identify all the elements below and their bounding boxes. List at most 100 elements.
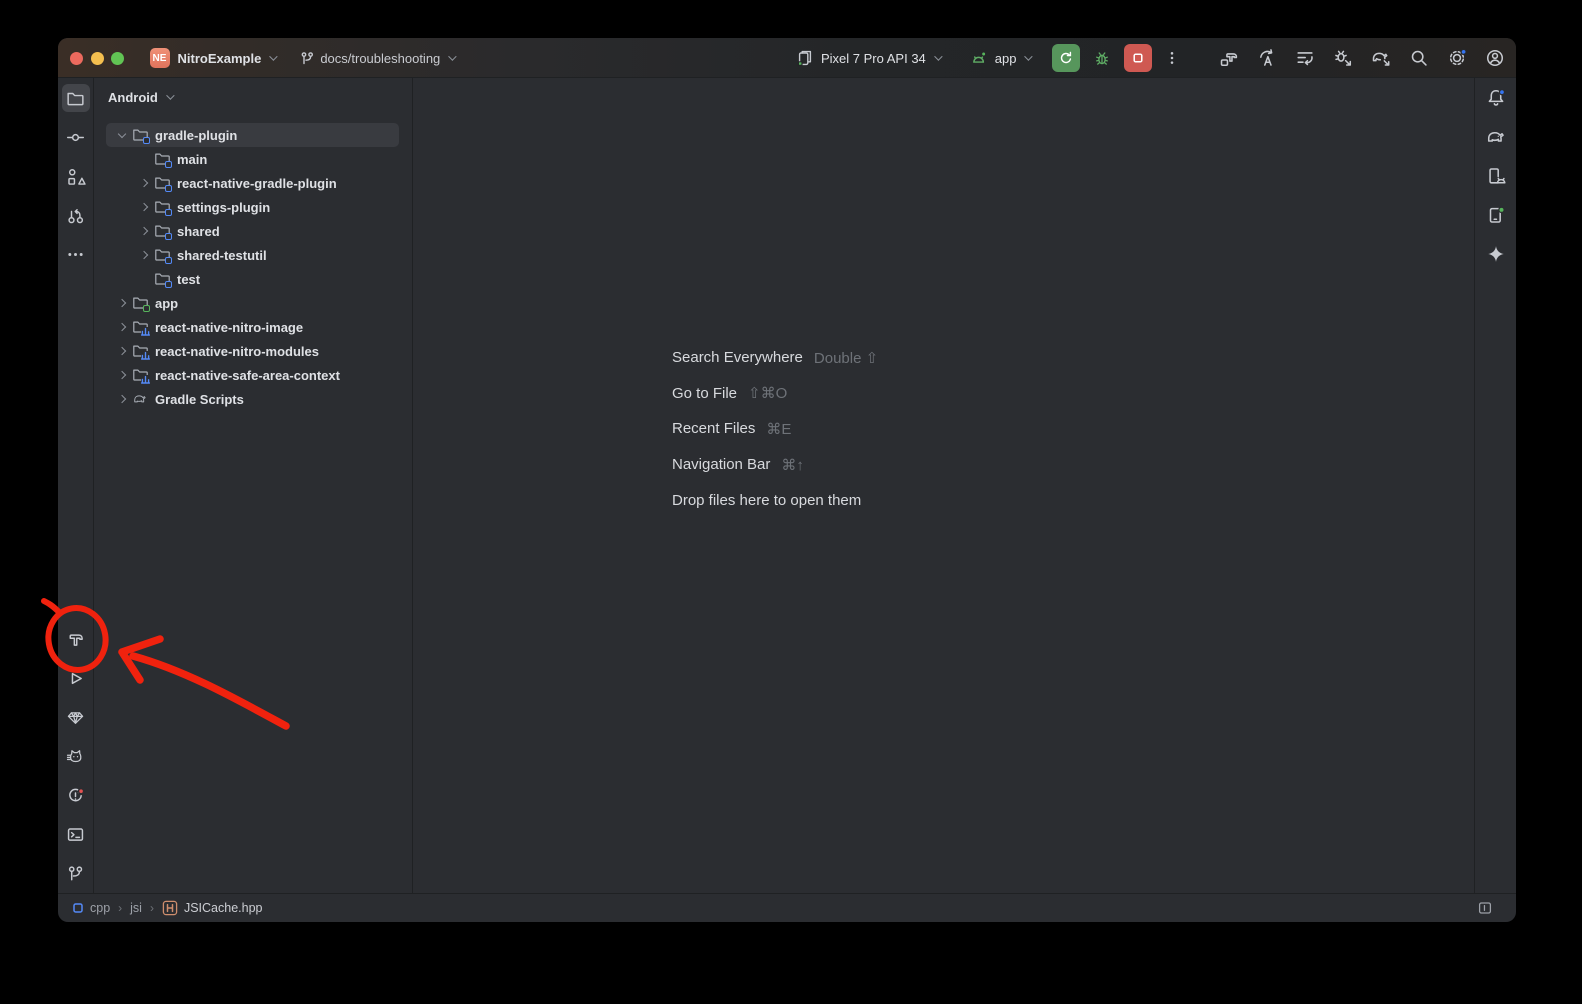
- pull-request-icon: [65, 205, 86, 226]
- left-tool-strip: [58, 78, 94, 893]
- more-actions-button[interactable]: [1159, 45, 1185, 71]
- chevron-right-icon[interactable]: [118, 323, 126, 331]
- tree-item-react-native-nitro-modules[interactable]: react-native-nitro-modules: [106, 339, 399, 363]
- project-view-selector[interactable]: Android: [94, 84, 412, 110]
- library-badge: [141, 375, 150, 384]
- tree-item-settings-plugin[interactable]: settings-plugin: [106, 195, 399, 219]
- chevron-right-icon[interactable]: [140, 251, 148, 259]
- rerun-button[interactable]: [1052, 44, 1080, 72]
- tree-item-label: react-native-gradle-plugin: [177, 176, 337, 191]
- chevron-right-icon[interactable]: [118, 371, 126, 379]
- settings-button[interactable]: [1446, 47, 1468, 69]
- chevron-right-icon[interactable]: [118, 347, 126, 355]
- sync-button[interactable]: [1256, 47, 1278, 69]
- project-tool-button[interactable]: [62, 84, 90, 112]
- tree-item-label: gradle-plugin: [155, 128, 237, 143]
- build-tool-button[interactable]: [62, 625, 90, 653]
- chevron-right-icon[interactable]: [140, 227, 148, 235]
- run-config-selector[interactable]: app: [968, 48, 1031, 69]
- tree-item-main[interactable]: main: [106, 147, 399, 171]
- tree-item-label: test: [177, 272, 200, 287]
- tree-item-react-native-gradle-plugin[interactable]: react-native-gradle-plugin: [106, 171, 399, 195]
- breadcrumb-label: cpp: [90, 901, 110, 915]
- tree-item-test[interactable]: test: [106, 267, 399, 291]
- tree-item-shared-testutil[interactable]: shared-testutil: [106, 243, 399, 267]
- device-name: Pixel 7 Pro API 34: [821, 51, 926, 66]
- tree-item-gradle-scripts[interactable]: Gradle Scripts: [106, 387, 399, 411]
- running-devices-tool-button[interactable]: [1482, 201, 1510, 229]
- account-button[interactable]: [1484, 47, 1506, 69]
- stop-button[interactable]: [1124, 44, 1152, 72]
- chevron-down-icon[interactable]: [118, 129, 126, 137]
- tree-item-react-native-safe-area-context[interactable]: react-native-safe-area-context: [106, 363, 399, 387]
- tree-item-icon: [132, 343, 148, 359]
- tree-item-react-native-nitro-image[interactable]: react-native-nitro-image: [106, 315, 399, 339]
- account-avatar-icon: [1484, 47, 1506, 69]
- diamond-icon: [65, 707, 86, 728]
- profiler-button[interactable]: [1332, 47, 1354, 69]
- status-bar-right[interactable]: [1476, 899, 1494, 917]
- breadcrumb-label: JSICache.hpp: [184, 901, 263, 915]
- tree-item-label: react-native-nitro-image: [155, 320, 303, 335]
- play-icon: [65, 668, 86, 689]
- android-head-icon: [968, 48, 989, 69]
- running-devices-icon: [1485, 204, 1507, 226]
- build-hammer-icon: [65, 629, 86, 650]
- chevron-down-icon: [1025, 52, 1033, 60]
- reader-mode-icon: [1476, 899, 1494, 917]
- module-badge: [165, 257, 173, 265]
- tree-item-app[interactable]: app: [106, 291, 399, 315]
- run-tool-button[interactable]: [62, 664, 90, 692]
- tree-chevron: [112, 134, 132, 137]
- gradle-sync-button[interactable]: [1370, 47, 1392, 69]
- chevron-right-icon[interactable]: [118, 299, 126, 307]
- structure-icon: [65, 166, 86, 187]
- device-selector[interactable]: Pixel 7 Pro API 34: [795, 48, 940, 68]
- notifications-tool-button[interactable]: [1482, 84, 1510, 112]
- breadcrumb-cpp[interactable]: cpp: [72, 901, 110, 915]
- chevron-right-icon[interactable]: [118, 395, 126, 403]
- app-quality-insights-tool-button[interactable]: [62, 703, 90, 731]
- problems-alert-icon: [65, 785, 86, 806]
- shortcut-hint-row: Go to File⇧⌘O: [672, 376, 878, 412]
- run-config-name: app: [995, 51, 1017, 66]
- tree-chevron: [112, 396, 132, 402]
- more-dots-icon: [65, 244, 86, 265]
- tree-item-gradle-plugin[interactable]: gradle-plugin: [106, 123, 399, 147]
- project-name[interactable]: NitroExample: [178, 51, 262, 66]
- gradle-tool-button[interactable]: [1482, 123, 1510, 151]
- breadcrumb-jsicache-hpp[interactable]: JSICache.hpp: [162, 900, 263, 916]
- tree-item-label: Gradle Scripts: [155, 392, 244, 407]
- pull-requests-tool-button[interactable]: [62, 201, 90, 229]
- titlebar-left: NE NitroExample docs/troubleshooting: [70, 38, 454, 78]
- breadcrumb-jsi[interactable]: jsi: [130, 901, 142, 915]
- search-everywhere-button[interactable]: [1408, 47, 1430, 69]
- maximize-traffic-light[interactable]: [111, 52, 124, 65]
- problems-tool-button[interactable]: [62, 781, 90, 809]
- shortcut-label: Search Everywhere: [672, 349, 803, 366]
- chevron-right-icon[interactable]: [140, 203, 148, 211]
- module-square-icon: [72, 902, 84, 914]
- logcat-tool-button[interactable]: [62, 742, 90, 770]
- device-manager-tool-button[interactable]: [1482, 162, 1510, 190]
- tree-chevron: [134, 228, 154, 234]
- gradle-elephant-icon: [1485, 126, 1507, 148]
- tree-item-shared[interactable]: shared: [106, 219, 399, 243]
- structure-tool-button[interactable]: [62, 162, 90, 190]
- background-tasks-button[interactable]: [1294, 47, 1316, 69]
- bug-arrow-icon: [1332, 47, 1354, 69]
- commit-tool-button[interactable]: [62, 123, 90, 151]
- desktop: NE NitroExample docs/troubleshooting: [0, 0, 1582, 1004]
- close-traffic-light[interactable]: [70, 52, 83, 65]
- chevron-right-icon[interactable]: [140, 179, 148, 187]
- minimize-traffic-light[interactable]: [91, 52, 104, 65]
- debug-button[interactable]: [1089, 45, 1115, 71]
- terminal-tool-button[interactable]: [62, 820, 90, 848]
- version-control-tool-button[interactable]: [62, 859, 90, 887]
- branch-selector[interactable]: docs/troubleshooting: [299, 50, 454, 66]
- gemini-tool-button[interactable]: [1482, 240, 1510, 268]
- titlebar-run-controls: Pixel 7 Pro API 34 app: [795, 38, 1185, 78]
- more-tool-windows-button[interactable]: [62, 240, 90, 268]
- tree-item-icon: [154, 151, 170, 167]
- build-button[interactable]: [1218, 47, 1240, 69]
